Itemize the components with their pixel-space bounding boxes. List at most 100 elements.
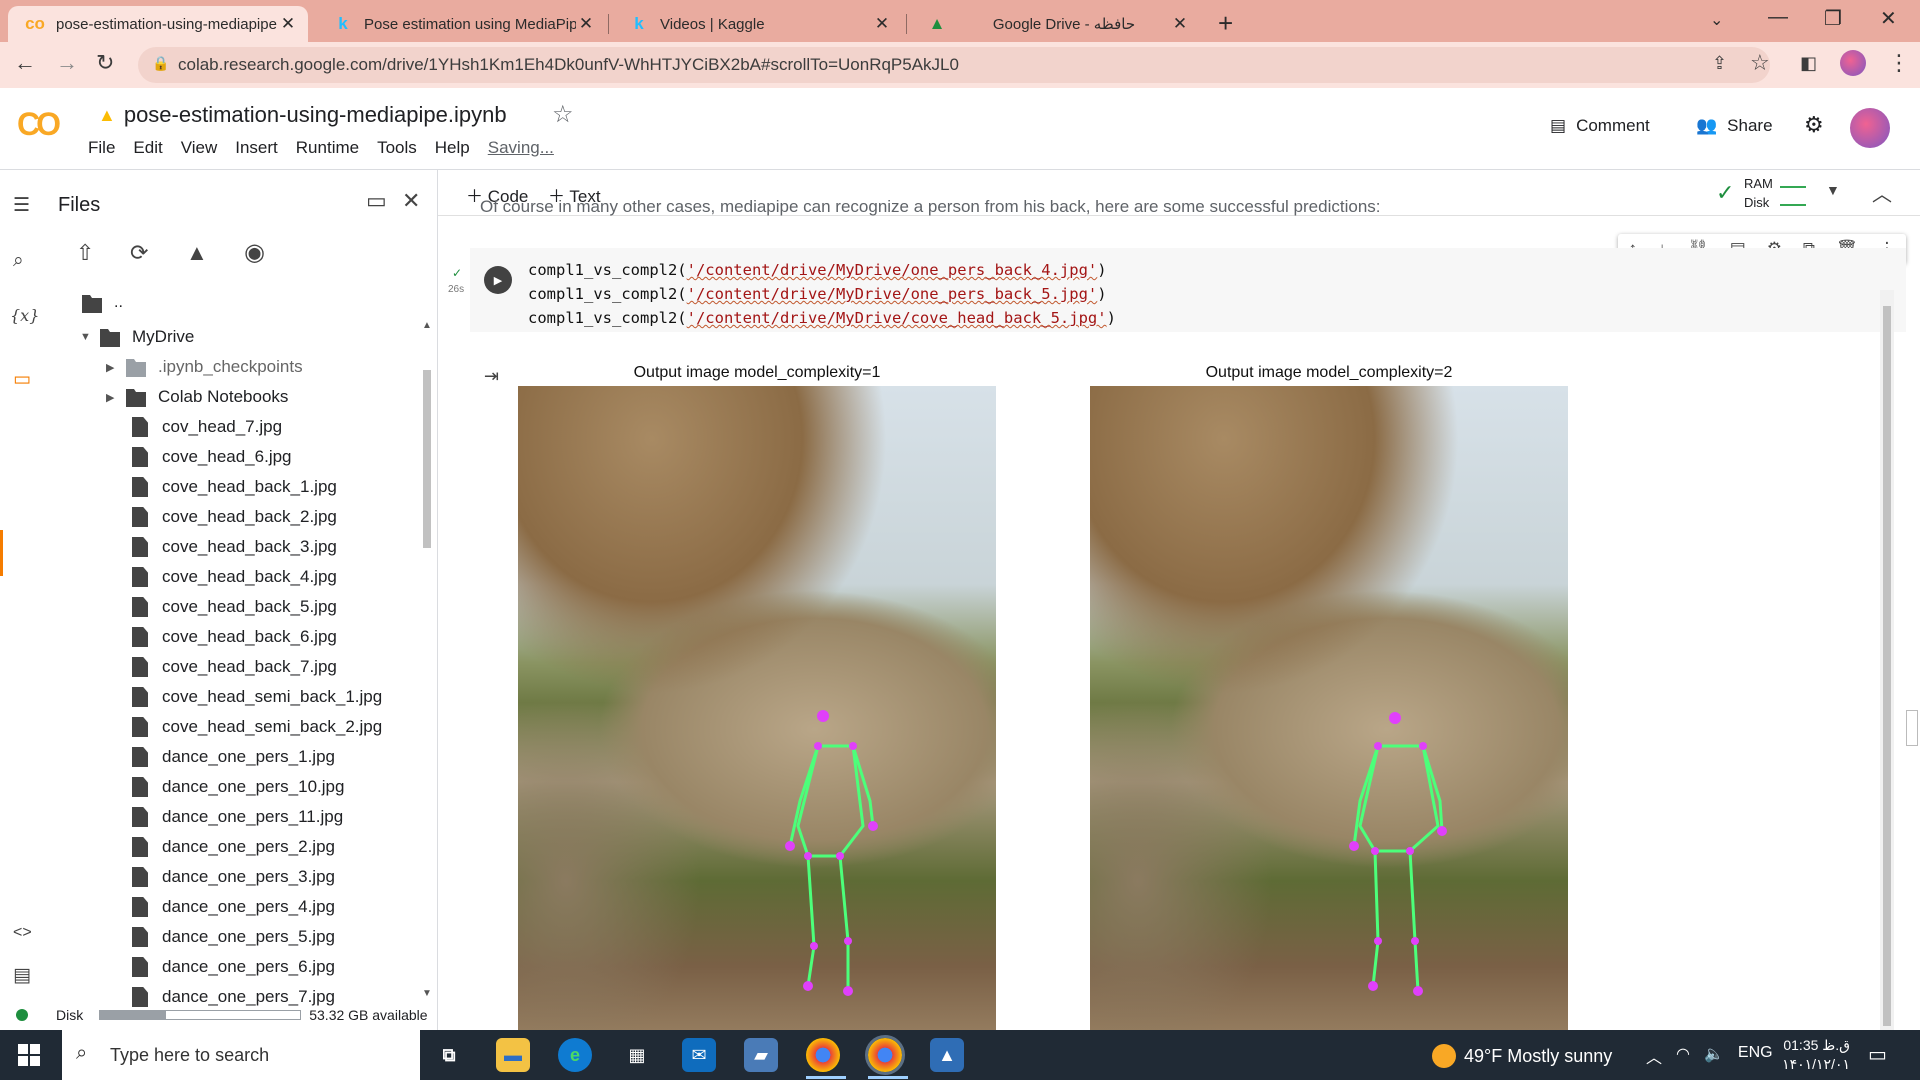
back-icon[interactable]: ← [14, 50, 36, 76]
tree-row-file[interactable]: cove_head_6.jpg [130, 442, 292, 472]
show-hidden-files-eye-icon[interactable]: ◉ [244, 238, 265, 267]
tree-row-folder[interactable]: ▶ Colab Notebooks [106, 382, 288, 412]
reload-icon[interactable]: ↻ [96, 50, 114, 76]
files-folder-icon[interactable]: ▭ [13, 368, 31, 391]
collapse-header-chevron-icon[interactable]: ︿ [1872, 178, 1892, 207]
windows-start-icon[interactable] [18, 1044, 40, 1066]
weather-widget[interactable]: 49°F Mostly sunny [1432, 1044, 1612, 1068]
command-palette-icon[interactable]: ▤ [13, 964, 31, 987]
tree-row-file[interactable]: cov_head_7.jpg [130, 412, 282, 442]
tree-row-file[interactable]: dance_one_pers_5.jpg [130, 922, 335, 952]
output-scrollbar[interactable] [1880, 290, 1894, 1030]
chrome-profile-icon[interactable] [865, 1035, 905, 1075]
tree-row-file[interactable]: dance_one_pers_1.jpg [130, 742, 335, 772]
side-panel-icon[interactable]: ◧ [1800, 53, 1817, 74]
tree-row-file[interactable]: cove_head_back_7.jpg [130, 652, 337, 682]
notepad-icon[interactable]: ▰ [744, 1038, 778, 1072]
close-tab-icon[interactable]: ✕ [576, 14, 596, 34]
mount-drive-icon[interactable]: ▲ [186, 240, 208, 266]
table-of-contents-icon[interactable]: ☰ [13, 194, 30, 217]
tree-row-file[interactable]: dance_one_pers_2.jpg [130, 832, 335, 862]
code-cell[interactable]: ▶ compl1_vs_compl2('/content/drive/MyDri… [470, 248, 1906, 332]
tab-kaggle-videos[interactable]: k Videos | Kaggle ✕ [612, 6, 902, 42]
comment-button[interactable]: ▤ Comment [1550, 116, 1650, 136]
system-clock[interactable]: 01:35 ق.ظ ۱۴۰۱/۱۲/۰۱ [1760, 1036, 1850, 1074]
tree-row-folder[interactable]: ▶ .ipynb_checkpoints [106, 352, 303, 382]
caret-right-icon[interactable]: ▶ [106, 391, 126, 404]
mail-icon[interactable]: ✉ [682, 1038, 716, 1072]
volume-icon[interactable]: 🔈 [1704, 1044, 1724, 1068]
output-scroll-thumb[interactable] [1883, 306, 1891, 1026]
tree-row-file[interactable]: cove_head_semi_back_2.jpg [130, 712, 382, 742]
account-avatar[interactable] [1850, 108, 1890, 148]
open-in-tab-icon[interactable]: ▭ [366, 188, 387, 214]
scroll-down-icon[interactable]: ▼ [422, 988, 432, 999]
photos-icon[interactable]: ▲ [930, 1038, 964, 1072]
chrome-icon[interactable] [806, 1038, 840, 1072]
files-scrollbar[interactable]: ▲ ▼ [420, 320, 434, 1000]
saving-status[interactable]: Saving... [488, 138, 554, 158]
menu-tools[interactable]: Tools [377, 138, 417, 158]
share-button[interactable]: 👥 Share [1696, 116, 1773, 136]
tree-row-file[interactable]: dance_one_pers_6.jpg [130, 952, 335, 982]
bookmark-star-icon[interactable]: ☆ [1750, 50, 1770, 76]
menu-view[interactable]: View [181, 138, 218, 158]
colab-logo-icon[interactable]: CO [17, 106, 61, 143]
forward-icon[interactable]: → [56, 50, 78, 76]
code-editor[interactable]: compl1_vs_compl2('/content/drive/MyDrive… [528, 258, 1116, 330]
tree-row-file[interactable]: dance_one_pers_11.jpg [130, 802, 343, 832]
tab-search-chevron-icon[interactable]: ⌄ [1710, 10, 1723, 30]
tree-row-file[interactable]: cove_head_semi_back_1.jpg [130, 682, 382, 712]
tray-chevron-icon[interactable]: ︿ [1646, 1044, 1662, 1068]
address-bar[interactable]: 🔒 colab.research.google.com/drive/1YHsh1… [138, 47, 1770, 83]
menu-help[interactable]: Help [435, 138, 470, 158]
run-cell-button[interactable]: ▶ [484, 266, 512, 294]
close-tab-icon[interactable]: ✕ [278, 14, 298, 34]
tree-row-file[interactable]: cove_head_back_3.jpg [130, 532, 337, 562]
task-view-icon[interactable]: ⧉ [432, 1038, 466, 1072]
output-actions-icon[interactable]: ⇥ [484, 366, 499, 387]
restore-icon[interactable]: ❐ [1824, 6, 1842, 31]
wifi-icon[interactable]: ◠ [1676, 1044, 1690, 1068]
browser-menu-icon[interactable]: ⋮ [1888, 50, 1910, 76]
variables-icon[interactable]: {x} [10, 306, 39, 325]
tree-row-file[interactable]: cove_head_back_5.jpg [130, 592, 337, 622]
code-snippets-icon[interactable]: <> [13, 924, 32, 942]
tree-row-file[interactable]: cove_head_back_2.jpg [130, 502, 337, 532]
notebook-title[interactable]: ▲ pose-estimation-using-mediapipe.ipynb [98, 102, 507, 128]
file-explorer-icon[interactable]: ▬ [496, 1038, 530, 1072]
tree-row-file[interactable]: dance_one_pers_4.jpg [130, 892, 335, 922]
tab-kaggle-notebook[interactable]: k Pose estimation using MediaPipe ✕ [316, 6, 606, 42]
scroll-up-icon[interactable]: ▲ [422, 320, 432, 331]
parent-folder-row[interactable]: .. [82, 288, 123, 318]
menu-file[interactable]: File [88, 138, 115, 158]
refresh-folder-icon[interactable]: ⟳ [130, 240, 148, 266]
minimize-icon[interactable]: — [1768, 6, 1788, 29]
tree-row-file[interactable]: cove_head_back_6.jpg [130, 622, 337, 652]
menu-runtime[interactable]: Runtime [296, 138, 359, 158]
search-icon[interactable]: ⌕ [13, 250, 24, 272]
tree-row-file[interactable]: dance_one_pers_3.jpg [130, 862, 335, 892]
microsoft-store-icon[interactable]: ▦ [620, 1038, 654, 1072]
tab-colab[interactable]: co pose-estimation-using-mediapipe ✕ [8, 6, 308, 42]
resources-indicator[interactable]: RAM Disk [1744, 174, 1773, 212]
resources-dropdown-icon[interactable]: ▼ [1826, 182, 1840, 198]
close-panel-icon[interactable]: ✕ [402, 188, 420, 214]
notifications-icon[interactable]: ▭ [1868, 1042, 1887, 1067]
close-window-icon[interactable]: ✕ [1880, 6, 1897, 31]
star-icon[interactable]: ☆ [552, 100, 574, 129]
settings-gear-icon[interactable]: ⚙ [1804, 112, 1824, 138]
tree-row-file[interactable]: cove_head_back_1.jpg [130, 472, 337, 502]
tree-row-file[interactable]: cove_head_back_4.jpg [130, 562, 337, 592]
profile-avatar[interactable] [1840, 50, 1866, 76]
files-scroll-thumb[interactable] [423, 370, 431, 548]
close-tab-icon[interactable]: ✕ [872, 14, 892, 34]
menu-insert[interactable]: Insert [235, 138, 278, 158]
close-tab-icon[interactable]: ✕ [1170, 14, 1190, 34]
caret-down-icon[interactable]: ▼ [80, 331, 100, 343]
caret-right-icon[interactable]: ▶ [106, 361, 126, 374]
tree-row-mydrive[interactable]: ▼ MyDrive [80, 322, 194, 352]
page-scroll-thumb[interactable] [1906, 710, 1918, 746]
new-tab-icon[interactable]: + [1218, 8, 1233, 39]
menu-edit[interactable]: Edit [133, 138, 162, 158]
